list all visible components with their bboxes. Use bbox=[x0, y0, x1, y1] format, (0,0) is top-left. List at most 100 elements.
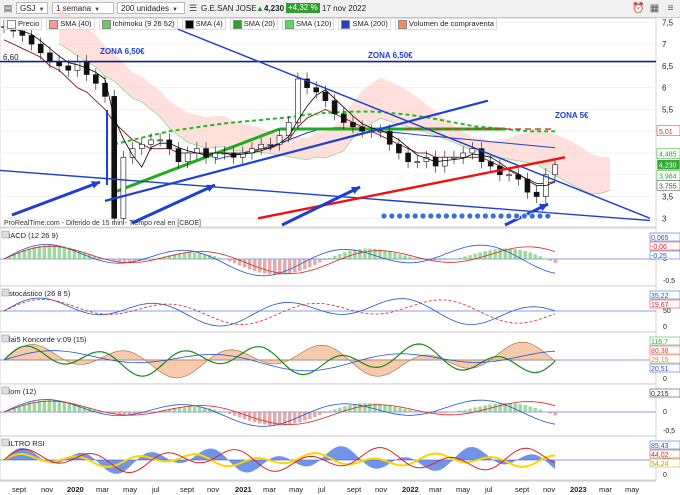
histogram-bar bbox=[217, 257, 222, 259]
histogram-bar bbox=[438, 412, 442, 414]
histogram-bar bbox=[513, 403, 517, 412]
indicator-y-tick: 0 bbox=[663, 409, 667, 416]
zona-left-label: ZONA 6,50€ bbox=[100, 47, 145, 56]
event-dot-icon bbox=[411, 212, 419, 220]
legend-swatch bbox=[232, 19, 242, 29]
histogram-bar bbox=[318, 259, 322, 263]
indicator-value-label: -0,25 bbox=[651, 253, 667, 260]
histogram-bar bbox=[493, 403, 497, 412]
candle bbox=[451, 157, 457, 159]
candle bbox=[487, 161, 494, 167]
legend-item[interactable]: SMA (40) bbox=[46, 18, 95, 30]
histogram-bar bbox=[262, 412, 267, 425]
indicator-y-tick: 0 bbox=[663, 324, 667, 331]
histogram-bar bbox=[232, 259, 237, 264]
zona-right-label: ZONA 6,50€ bbox=[368, 51, 413, 60]
legend-item[interactable]: Volumen de compraventa bbox=[394, 18, 497, 30]
histogram-bar bbox=[458, 257, 462, 259]
indicator-y-tick: -0,5 bbox=[663, 278, 675, 285]
candle bbox=[74, 61, 81, 71]
histogram-bar bbox=[458, 410, 462, 412]
histogram-bar bbox=[318, 412, 322, 416]
x-tick-label: nov bbox=[41, 485, 53, 494]
candle bbox=[295, 78, 301, 123]
x-tick-label: jul bbox=[317, 485, 326, 494]
level-label: 6,60 bbox=[3, 53, 19, 62]
event-dot-icon bbox=[466, 212, 474, 220]
candle bbox=[322, 91, 329, 102]
histogram-bar bbox=[523, 405, 527, 412]
legend-item[interactable]: SMA (4) bbox=[181, 18, 226, 30]
histogram-bar bbox=[122, 412, 127, 415]
legend-item[interactable]: Precio bbox=[4, 18, 43, 30]
candle bbox=[148, 139, 154, 145]
histogram-bar bbox=[493, 249, 497, 259]
histogram-bar bbox=[127, 412, 132, 415]
histogram-bar bbox=[52, 400, 57, 412]
x-tick-label: mar bbox=[263, 485, 276, 494]
histogram-bar bbox=[37, 245, 42, 259]
histogram-bar bbox=[553, 259, 557, 264]
histogram-bar bbox=[117, 259, 122, 262]
candle bbox=[129, 148, 136, 158]
histogram-bar bbox=[242, 259, 247, 268]
legend-item[interactable]: SMA (200) bbox=[338, 18, 391, 30]
legend-label: Precio bbox=[18, 19, 40, 28]
indicator-value-label: -0,06 bbox=[651, 244, 667, 251]
price-label: 4,230 bbox=[659, 163, 677, 170]
histogram-bar bbox=[62, 401, 67, 412]
histogram-bar bbox=[338, 407, 342, 412]
indicator-toggle-icon bbox=[1, 386, 10, 395]
histogram-bar bbox=[383, 250, 387, 259]
histogram-bar bbox=[463, 256, 467, 259]
x-tick-label: may bbox=[625, 485, 639, 494]
candle bbox=[267, 143, 274, 146]
y-tick-label: 3,5 bbox=[662, 193, 674, 202]
histogram-bar bbox=[413, 411, 417, 412]
histogram-bar bbox=[433, 412, 437, 414]
indicator-value-label: 35,22 bbox=[651, 293, 669, 300]
indicator-value-label: 116,7 bbox=[651, 339, 668, 346]
histogram-bar bbox=[197, 406, 202, 412]
event-dot-icon bbox=[536, 212, 544, 220]
indicator-value-label: 0,215 bbox=[651, 391, 669, 398]
x-tick-label: jul bbox=[484, 485, 493, 494]
y-tick-label: 7,5 bbox=[662, 18, 674, 27]
legend-swatch bbox=[49, 19, 59, 29]
price-label: 5,01 bbox=[659, 129, 673, 136]
histogram-bar bbox=[403, 408, 407, 412]
candle bbox=[28, 35, 35, 45]
legend-label: SMA (20) bbox=[243, 19, 276, 28]
histogram-bar bbox=[288, 412, 292, 425]
indicator-value-label: 85,43 bbox=[651, 443, 669, 450]
histogram-bar bbox=[468, 408, 472, 412]
histogram-bar bbox=[398, 254, 402, 259]
indicator-panel bbox=[0, 383, 657, 437]
histogram-bar bbox=[463, 409, 467, 412]
indicator-toggle-icon bbox=[1, 438, 10, 447]
histogram-bar bbox=[548, 412, 552, 414]
histogram-bar bbox=[187, 406, 192, 412]
legend-item[interactable]: SMA (120) bbox=[282, 18, 335, 30]
indicator-y-tick: -0,5 bbox=[663, 428, 675, 435]
candle bbox=[460, 152, 466, 158]
legend-swatch bbox=[341, 19, 351, 29]
indicator-value-label: 80,38 bbox=[651, 348, 669, 355]
histogram-bar bbox=[192, 252, 197, 259]
candle bbox=[93, 74, 99, 84]
histogram-bar bbox=[388, 251, 392, 259]
legend-item[interactable]: SMA (20) bbox=[229, 18, 279, 30]
legend-swatch bbox=[397, 19, 407, 29]
histogram-bar bbox=[117, 412, 122, 415]
indicator-value-label: 44,02 bbox=[651, 452, 669, 459]
indicator-title: Blai5 Koncorde v:09 (15) bbox=[4, 335, 87, 344]
event-dot-icon bbox=[513, 212, 520, 220]
histogram-bar bbox=[358, 403, 362, 412]
histogram-bar bbox=[313, 412, 317, 418]
legend-label: SMA (200) bbox=[352, 19, 388, 28]
legend-item[interactable]: Ichimoku (9 26 52) bbox=[98, 18, 178, 30]
histogram-bar bbox=[468, 255, 472, 259]
event-dot-icon bbox=[442, 212, 450, 220]
candle bbox=[157, 139, 163, 142]
histogram-bar bbox=[252, 259, 257, 272]
